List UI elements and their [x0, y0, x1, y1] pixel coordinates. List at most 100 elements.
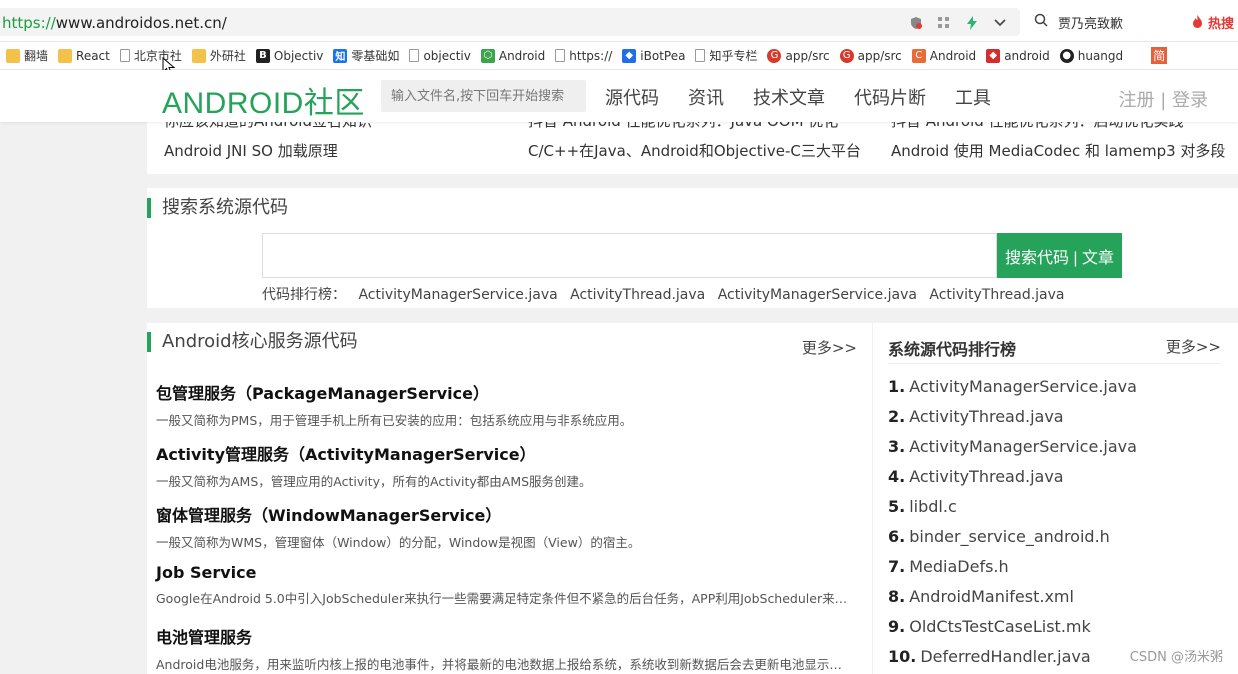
service-item: Job Service Google在Android 5.0中引入JobSche… — [156, 563, 856, 607]
b-bookmark-icon: B — [255, 48, 270, 63]
service-description: Android电池服务，用来监听内核上报的电池事件，并将最新的电池数据上报给系统… — [156, 657, 854, 672]
bookmark-item[interactable]: 知乎专栏 — [695, 47, 757, 64]
service-description: 一般又简称为WMS，管理窗体（Window）的分配，Window是视图（View… — [156, 535, 641, 550]
folder-bookmark-icon — [191, 48, 206, 63]
chevron-down-icon[interactable] — [992, 15, 1008, 31]
auth-links: 注册 | 登录 — [1118, 86, 1208, 112]
bookmark-item[interactable]: 知零基础如 — [333, 47, 399, 64]
service-title-link[interactable]: 包管理服务（PackageManagerService） — [156, 380, 856, 404]
page-bookmark-icon — [555, 49, 566, 62]
nav-news[interactable]: 资讯 — [688, 84, 724, 110]
hot-search-label[interactable]: 热搜 — [1192, 13, 1234, 32]
bookmark-label: iBotPea — [640, 48, 686, 63]
site-search[interactable] — [381, 80, 586, 112]
ranking-number: 3. — [888, 437, 906, 456]
bookmark-item[interactable]: 翻墙 — [6, 47, 48, 64]
address-bar[interactable]: https://www.androidos.net.cn/ — [0, 8, 1020, 36]
register-link[interactable]: 注册 — [1118, 90, 1154, 111]
bookmark-item[interactable]: 外研社 — [191, 47, 246, 64]
ranking-file-link[interactable]: binder_service_android.h — [909, 527, 1110, 546]
code-search-input[interactable] — [263, 234, 996, 277]
site-logo[interactable]: ANDROID社区 — [162, 78, 365, 122]
ranking-number: 6. — [888, 527, 906, 546]
top-article-link[interactable]: Android JNI SO 加载原理 — [164, 140, 504, 161]
bookmarks-bar: 翻墙 React 北京市社 外研社 B Objectiv 知零基础如 objectiv ⬡ And… — [0, 42, 1238, 70]
code-ranking-link[interactable]: ActivityThread.java — [929, 287, 1064, 303]
code-search-field[interactable] — [262, 233, 997, 278]
nav-source-code[interactable]: 源代码 — [605, 84, 659, 110]
flame-icon — [1193, 14, 1203, 28]
code-ranking-link[interactable]: ActivityManagerService.java — [358, 287, 557, 303]
ranking-file-link[interactable]: ActivityManagerService.java — [909, 377, 1137, 396]
service-title-link[interactable]: Job Service — [156, 563, 856, 582]
site-search-input[interactable] — [381, 80, 586, 112]
page-bookmark-icon — [695, 49, 706, 62]
search-code-button[interactable]: 搜索代码 | 文章 — [997, 233, 1122, 278]
bookmark-item[interactable]: ◆ iBotPea — [622, 48, 686, 63]
ranking-number: 10. — [888, 647, 917, 666]
ranking-file-link[interactable]: OldCtsTestCaseList.mk — [909, 617, 1091, 636]
bookmark-item[interactable]: https:// — [555, 49, 612, 63]
bookmark-label: android — [1004, 48, 1050, 63]
more-link[interactable]: 更多>> — [1166, 336, 1221, 357]
ranking-file-link[interactable]: AndroidManifest.xml — [909, 587, 1074, 606]
site-security-icon[interactable] — [908, 15, 924, 31]
service-description: 一般又简称为AMS，管理应用的Activity，所有的Activity都由AMS… — [156, 474, 592, 489]
folder-bookmark-icon — [58, 48, 73, 63]
site-header: ANDROID社区 源代码 资讯 技术文章 代码片断 工具 注册 | 登录 — [0, 70, 1238, 122]
code-ranking-link[interactable]: ActivityThread.java — [570, 287, 705, 303]
ranking-file-link[interactable]: ActivityThread.java — [909, 467, 1063, 486]
service-description: Google在Android 5.0中引入JobScheduler来执行一些需要… — [156, 591, 854, 606]
bookmark-label: Android — [929, 48, 977, 63]
main-nav: 源代码 资讯 技术文章 代码片断 工具 — [605, 84, 991, 110]
bookmark-item[interactable]: React — [58, 48, 110, 63]
url-text[interactable]: https://www.androidos.net.cn/ — [2, 14, 227, 32]
ranking-item: 8. AndroidManifest.xml — [888, 587, 1074, 606]
bookmark-item[interactable]: ◆ android — [986, 48, 1050, 63]
nav-tools[interactable]: 工具 — [955, 84, 991, 110]
bookmark-label: 外研社 — [209, 49, 246, 63]
bookmark-item[interactable]: Gapp/src — [767, 48, 830, 63]
bookmark-item[interactable]: objectiv — [409, 48, 471, 63]
ranking-file-link[interactable]: ActivityManagerService.java — [909, 437, 1137, 456]
bookmark-label: 翻墙 — [24, 49, 49, 63]
apps-grid-icon[interactable] — [936, 15, 952, 31]
bookmark-item[interactable]: B Objectiv — [255, 48, 323, 63]
service-title-link[interactable]: 电池管理服务 — [156, 624, 856, 648]
ranking-number: 1. — [888, 377, 906, 396]
service-item: 包管理服务（PackageManagerService） 一般又简称为PMS，用… — [156, 380, 856, 429]
login-link[interactable]: 登录 — [1172, 90, 1208, 111]
bookmark-item[interactable]: C Android — [911, 48, 977, 63]
auth-separator: | — [1160, 90, 1167, 111]
ranking-file-link[interactable]: MediaDefs.h — [909, 557, 1008, 576]
core-services-panel: Android核心服务源代码 更多>> 包管理服务（PackageManager… — [147, 323, 872, 674]
bookmark-item[interactable]: ● huangd — [1059, 48, 1123, 63]
bookmark-item[interactable]: Gapp/src — [839, 48, 902, 63]
ranking-file-link[interactable]: DeferredHandler.java — [920, 647, 1090, 666]
orange-bookmark-icon: C — [911, 48, 926, 63]
ranking-file-link[interactable]: ActivityThread.java — [909, 407, 1063, 426]
code-ranking-link[interactable]: ActivityManagerService.java — [718, 287, 917, 303]
ranking-title: 系统源代码排行榜 — [888, 340, 1017, 359]
ranking-item: 5. libdl.c — [888, 497, 957, 516]
top-article-link[interactable]: Android 使用 MediaCodec 和 lamemp3 对多段 — [891, 140, 1238, 161]
source-search-section: 搜索系统源代码 搜索代码 | 文章 代码排行榜： ActivityManager… — [147, 188, 1238, 308]
bookmark-item[interactable]: 简 — [1133, 47, 1168, 64]
bookmark-label: 知乎专栏 — [709, 49, 758, 63]
ranking-number: 5. — [888, 497, 906, 516]
folder-bookmark-icon — [6, 48, 20, 63]
top-articles-row: Android JNI SO 加载原理 C/C++在Java、Android和O… — [147, 140, 1238, 170]
bookmark-label: objectiv — [423, 48, 471, 63]
lightning-icon[interactable] — [964, 15, 980, 31]
top-article-link[interactable]: C/C++在Java、Android和Objective-C三大平台 — [528, 140, 863, 161]
service-title-link[interactable]: 窗体管理服务（WindowManagerService） — [156, 502, 856, 526]
nav-code-snippets[interactable]: 代码片断 — [854, 84, 926, 110]
more-link[interactable]: 更多>> — [802, 337, 857, 358]
ranking-item: 3. ActivityManagerService.java — [888, 437, 1137, 456]
bookmark-label: https:// — [569, 48, 613, 63]
nav-tech-articles[interactable]: 技术文章 — [753, 84, 825, 110]
service-title-link[interactable]: Activity管理服务（ActivityManagerService） — [156, 441, 856, 465]
ranking-file-link[interactable]: libdl.c — [909, 497, 957, 516]
browser-search-box[interactable]: 贾乃亮致歉 热搜 — [1030, 8, 1238, 36]
bookmark-item[interactable]: ⬡ Android — [480, 48, 545, 63]
